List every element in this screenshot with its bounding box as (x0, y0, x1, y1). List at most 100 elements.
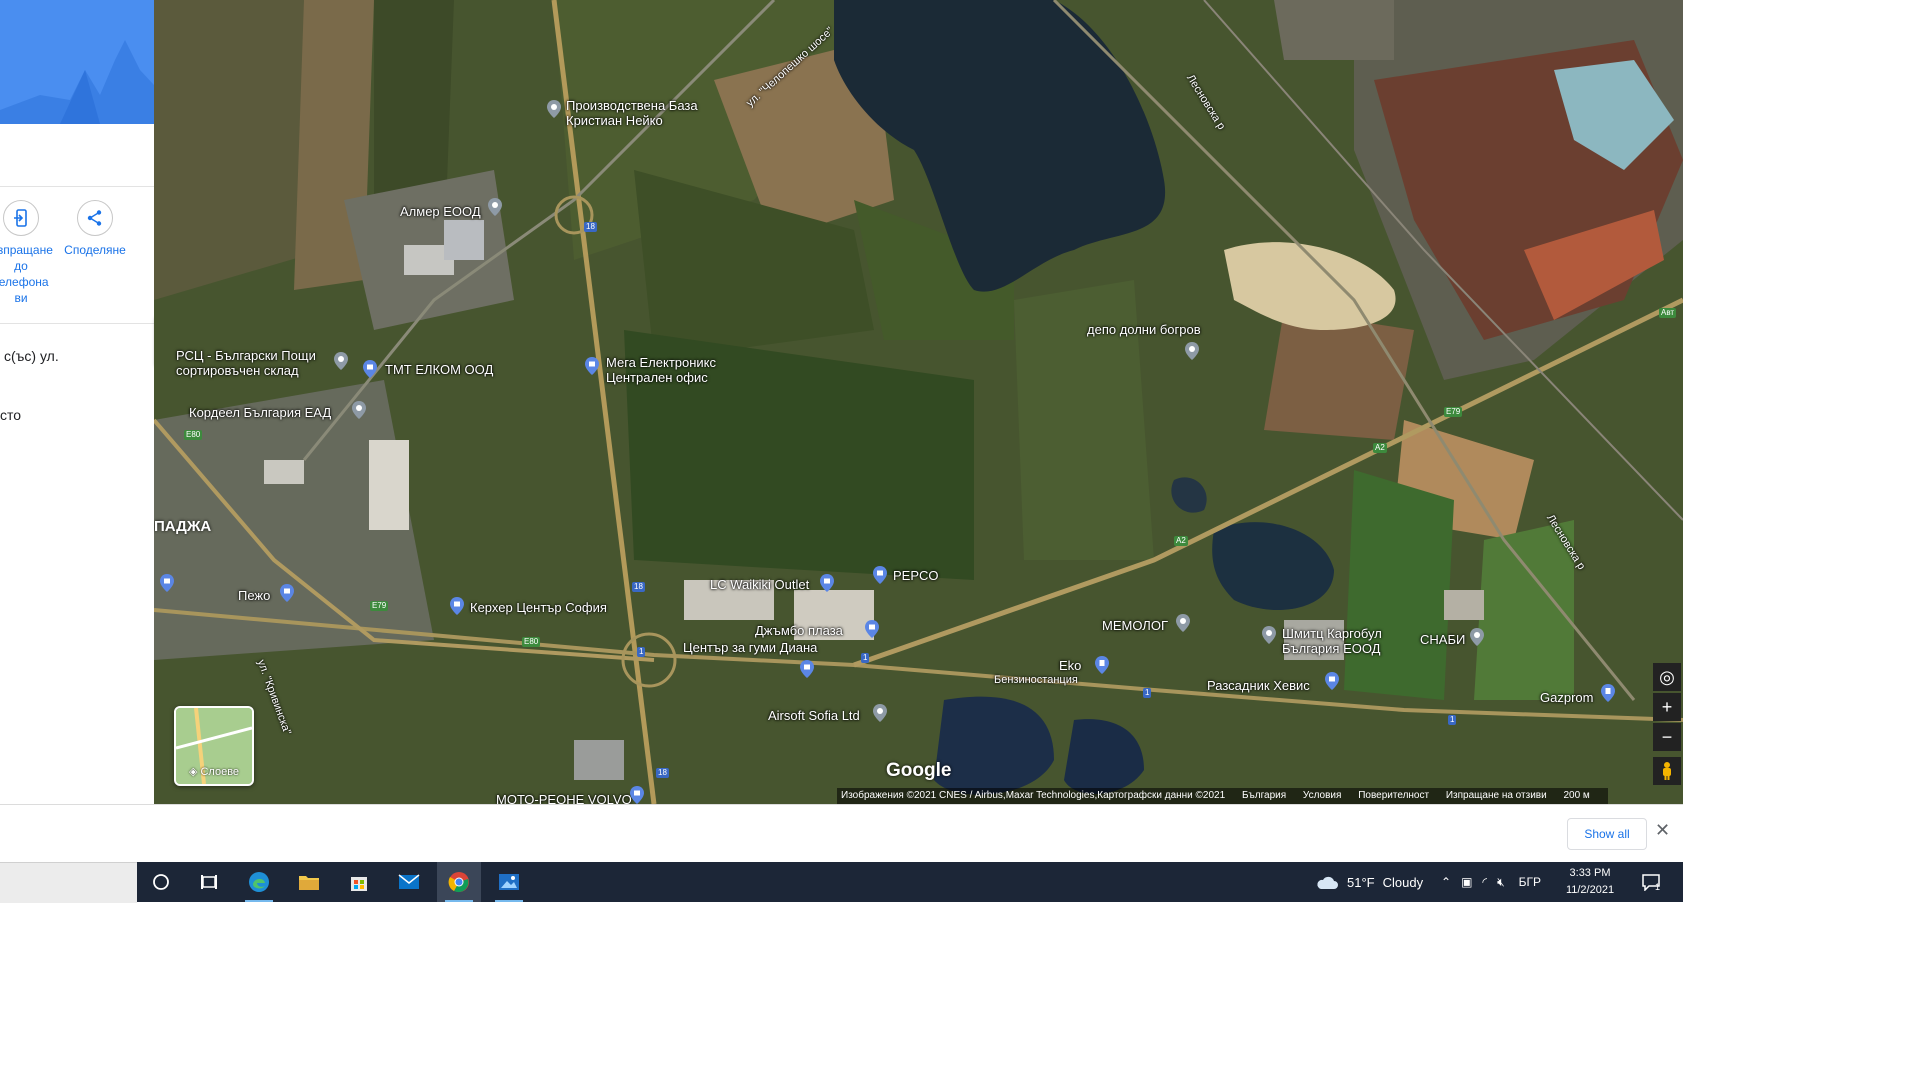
edge-taskbar-button[interactable] (237, 862, 281, 902)
close-downloads-button[interactable]: ✕ (1655, 820, 1670, 841)
poi-label[interactable]: Кордеел България ЕАД (189, 405, 331, 420)
layers-label: Слоеве (200, 766, 240, 778)
poi-pin-icon[interactable] (1470, 628, 1484, 646)
poi-label[interactable]: Мега Електроникс Централен офис (606, 355, 736, 385)
address-text: с(ъс) ул. (4, 348, 59, 364)
poi-pin-icon[interactable] (1262, 626, 1276, 644)
zoom-out-button[interactable]: − (1653, 723, 1681, 751)
street-view-pegman-button[interactable] (1653, 757, 1681, 785)
satellite-map[interactable]: Производствена База Кристиан Нейко Алмер… (154, 0, 1683, 804)
volume-muted-icon[interactable]: 🔇︎ (1497, 875, 1505, 890)
send-to-phone-label: Изпращане до телефона ви (0, 243, 53, 305)
poi-label[interactable]: МОТО-РЕОНЕ VOLVO (496, 792, 632, 804)
poi-label[interactable]: Пежо (238, 588, 270, 603)
place-photo[interactable] (0, 0, 154, 124)
poi-label[interactable]: Eko (1059, 658, 1081, 673)
gas-station-pin-icon[interactable] (1601, 684, 1615, 702)
file-explorer-taskbar-button[interactable] (287, 862, 331, 902)
taskbar-clock[interactable]: 3:33 PM 11/2/2021 (1557, 865, 1623, 899)
separator (0, 186, 154, 187)
folder-icon (299, 876, 319, 890)
poi-label[interactable]: Airsoft Sofia Ltd (768, 708, 860, 723)
map-attribution: Изображения ©2021 CNES / Airbus,Maxar Te… (837, 788, 1608, 804)
separator (0, 323, 154, 324)
search-box-area[interactable] (0, 862, 137, 903)
poi-label[interactable]: Производствена База Кристиан Нейко (566, 98, 716, 128)
windows-taskbar: 51°F Cloudy ⌃ ▣ ◜ 🔇︎ БГР 3:33 PM 11/2/20… (137, 862, 1683, 902)
poi-label[interactable]: МЕМОЛОГ (1102, 618, 1168, 633)
poi-label[interactable]: СНАБИ (1420, 632, 1465, 647)
poi-pin-icon[interactable] (547, 100, 561, 118)
poi-pin-icon[interactable] (352, 401, 366, 419)
mail-taskbar-button[interactable] (387, 862, 431, 902)
task-view-button[interactable] (187, 862, 231, 902)
poi-label[interactable]: Център за гуми Диана (683, 640, 817, 655)
poi-pin-icon[interactable] (1185, 342, 1199, 360)
shopping-pin-icon[interactable] (585, 357, 599, 375)
poi-label[interactable]: Разсадник Хевис (1207, 678, 1310, 693)
layers-icon: ◈ (188, 766, 201, 778)
poi-pin-icon[interactable] (1176, 614, 1190, 632)
poi-label[interactable]: Шмитц Каргобул България ЕООД (1282, 626, 1412, 656)
poi-label[interactable]: депо долни богров (1087, 322, 1201, 337)
satellite-imagery (154, 0, 1683, 804)
privacy-link[interactable]: Поверителност (1358, 790, 1429, 801)
poi-label[interactable]: РСЦ - Български Пощи сортировъчен склад (176, 348, 324, 378)
scale-bar[interactable]: 200 м (1563, 790, 1589, 801)
shopping-pin-icon[interactable] (160, 574, 174, 592)
shopping-pin-icon[interactable] (865, 620, 879, 638)
zoom-in-button[interactable]: + (1653, 693, 1681, 721)
my-location-button[interactable]: ◎ (1653, 663, 1681, 691)
poi-label[interactable]: LC Waikiki Outlet (710, 577, 809, 592)
share-label: Споделяне (64, 243, 126, 257)
shopping-pin-icon[interactable] (1325, 672, 1339, 690)
input-language-indicator[interactable]: БГР (1519, 875, 1541, 889)
shopping-pin-icon[interactable] (873, 566, 887, 584)
poi-pin-icon[interactable] (488, 198, 502, 216)
terms-link[interactable]: Условия (1303, 790, 1342, 801)
road-shield: 18 (632, 582, 645, 592)
show-all-downloads-button[interactable]: Show all (1567, 818, 1647, 850)
shopping-pin-icon[interactable] (363, 360, 377, 378)
poi-label[interactable]: Gazprom (1540, 690, 1593, 705)
place-side-panel: Изпращане до телефона ви Споделяне с(ъс)… (0, 0, 155, 804)
shopping-pin-icon[interactable] (630, 786, 644, 804)
feedback-link[interactable]: Изпращане на отзиви (1446, 790, 1547, 801)
google-logo: Google (886, 760, 952, 781)
notification-count: 1 (1655, 882, 1661, 892)
share-button[interactable]: Споделяне (62, 200, 128, 258)
meet-now-icon[interactable]: ▣ (1461, 875, 1472, 889)
weather-condition: Cloudy (1382, 874, 1424, 890)
shopping-pin-icon[interactable] (800, 660, 814, 678)
send-to-phone-button[interactable]: Изпращане до телефона ви (0, 200, 54, 306)
poi-label[interactable]: PEPCO (893, 568, 939, 583)
poi-label[interactable]: Бензиностанция (994, 673, 1078, 688)
action-center-button[interactable]: 1 (1641, 862, 1660, 902)
poi-label[interactable]: ТМТ ЕЛКОМ ООД (385, 362, 493, 377)
gas-station-pin-icon[interactable] (1095, 656, 1109, 674)
shopping-pin-icon[interactable] (820, 574, 834, 592)
shopping-pin-icon[interactable] (280, 584, 294, 602)
road-shield: 18 (656, 768, 669, 778)
poi-pin-icon[interactable] (873, 704, 887, 722)
wifi-icon[interactable]: ◜ (1482, 875, 1487, 889)
cloud-icon (1317, 876, 1338, 889)
poi-label[interactable]: Джъмбо плаза (755, 623, 843, 638)
region-link[interactable]: България (1242, 790, 1286, 801)
poi-pin-icon[interactable] (334, 352, 348, 370)
photos-taskbar-button[interactable] (487, 862, 531, 902)
road-shield: 1 (1448, 715, 1457, 725)
shopping-pin-icon[interactable] (450, 597, 464, 615)
task-view-icon (201, 875, 217, 889)
district-label: ПАДЖА (154, 518, 212, 535)
weather-temperature: 51°F (1347, 874, 1375, 890)
cortana-button[interactable] (139, 862, 183, 902)
poi-label[interactable]: Керхер Център София (470, 600, 607, 615)
weather-widget[interactable]: 51°F Cloudy (1315, 862, 1423, 902)
layers-button[interactable]: ◈ Слоеве (174, 706, 254, 786)
poi-label[interactable]: Алмер ЕООД (400, 204, 481, 219)
chevron-up-icon[interactable]: ⌃ (1441, 875, 1451, 889)
store-taskbar-button[interactable] (337, 862, 381, 902)
chrome-taskbar-button[interactable] (437, 862, 481, 902)
store-bag-icon (351, 877, 367, 891)
